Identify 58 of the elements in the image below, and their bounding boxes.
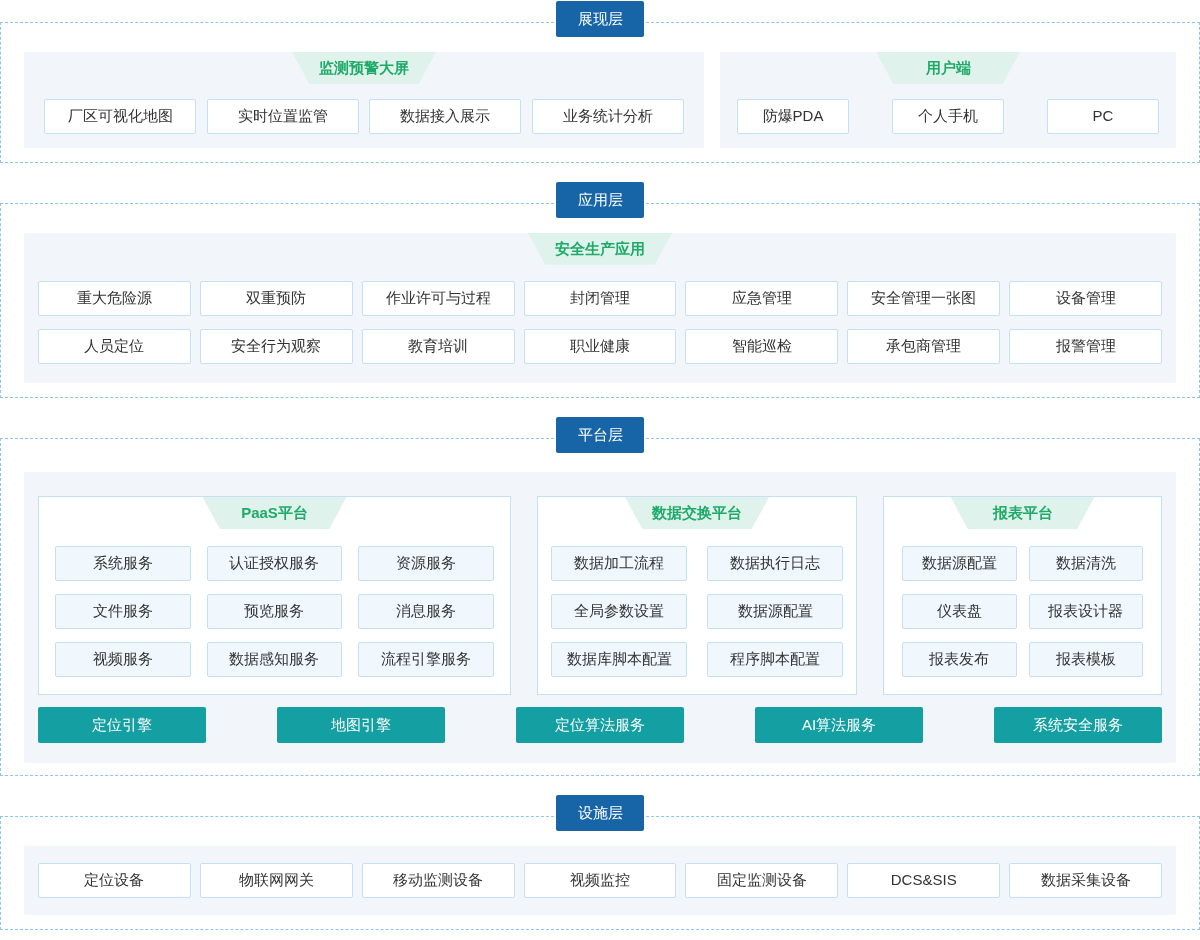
module-box: 定位设备 [38,863,191,898]
module-box: 数据源配置 [902,546,1017,581]
module-box: 职业健康 [523,329,677,364]
module-box: PC [1047,99,1159,134]
module-box: 承包商管理 [847,329,1001,364]
module-box: DCS&SIS [847,863,1001,898]
module-box: 视频服务 [55,642,191,677]
module-box: 数据源配置 [707,594,843,629]
module-box: 安全管理一张图 [847,281,1001,316]
layer-label: 展现层 [556,1,644,37]
engine-block: 定位算法服务 [516,707,684,743]
module-box: 消息服务 [358,594,494,629]
module-box: 数据感知服务 [206,642,343,677]
module-box: 实时位置监管 [206,99,359,134]
module-box: 报警管理 [1009,329,1162,364]
module-box: 个人手机 [892,99,1004,134]
module-box: 业务统计分析 [531,99,684,134]
module-box: 资源服务 [358,546,494,581]
module-box: 双重预防 [199,281,353,316]
module-box: 设备管理 [1009,281,1162,316]
module-box: 应急管理 [685,281,839,316]
engine-block: 地图引擎 [277,707,445,743]
module-box: 智能巡检 [685,329,839,364]
module-box: 全局参数设置 [551,594,687,629]
module-box: 人员定位 [38,329,191,364]
engine-block: AI算法服务 [755,707,923,743]
module-box: 厂区可视化地图 [44,99,196,134]
module-box: 程序脚本配置 [707,642,843,677]
module-box: 数据加工流程 [551,546,687,581]
module-box: 流程引擎服务 [358,642,494,677]
module-box: 移动监测设备 [361,863,515,898]
module-box: 报表设计器 [1028,594,1143,629]
module-box: 作业许可与过程 [361,281,515,316]
engine-block: 定位引擎 [38,707,206,743]
module-box: 预览服务 [206,594,343,629]
module-box: 系统服务 [55,546,191,581]
module-box: 文件服务 [55,594,191,629]
module-box: 报表模板 [1028,642,1143,677]
module-box: 安全行为观察 [199,329,353,364]
module-box: 重大危险源 [38,281,191,316]
module-box: 数据库脚本配置 [551,642,687,677]
engine-block: 系统安全服务 [994,707,1162,743]
module-box: 数据执行日志 [707,546,843,581]
module-box: 认证授权服务 [206,546,343,581]
module-box: 防爆PDA [737,99,849,134]
module-box: 物联网网关 [199,863,353,898]
layer-label: 平台层 [556,417,644,453]
module-box: 报表发布 [902,642,1017,677]
module-box: 视频监控 [523,863,677,898]
module-box: 教育培训 [361,329,515,364]
module-box: 仪表盘 [902,594,1017,629]
module-box: 数据接入展示 [369,99,522,134]
layer-label: 应用层 [556,182,644,218]
module-box: 固定监测设备 [685,863,839,898]
module-box: 数据采集设备 [1009,863,1162,898]
module-box: 封闭管理 [523,281,677,316]
layer-label: 设施层 [556,795,644,831]
module-box: 数据清洗 [1028,546,1143,581]
